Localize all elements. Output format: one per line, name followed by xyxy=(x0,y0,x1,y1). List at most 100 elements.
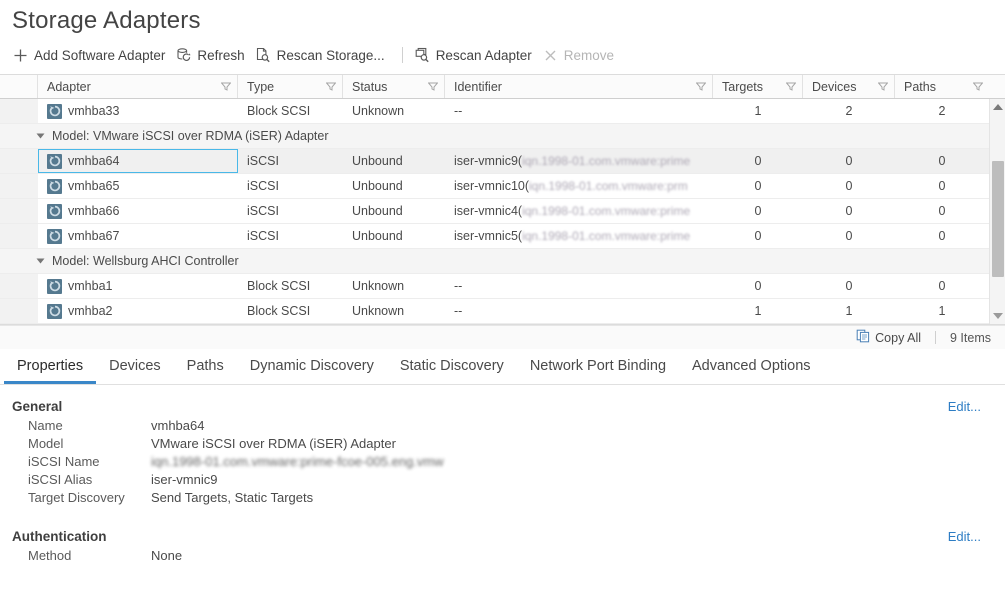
identifier-redacted-text: iqn.1998-01.com.vmware:prime xyxy=(522,229,691,243)
table-row[interactable]: vmhba64 iSCSI Unbound iser-vmnic9(iqn.1998-… xyxy=(0,149,1005,174)
rescan-storage-button[interactable]: Rescan Storage... xyxy=(253,45,393,66)
tab-dynamic-discovery[interactable]: Dynamic Discovery xyxy=(237,354,387,384)
cell-devices: 0 xyxy=(803,149,895,173)
storage-adapters-grid: Adapter Type Status Identifier Targets D… xyxy=(0,74,1005,325)
column-header-devices[interactable]: Devices xyxy=(803,75,895,98)
copy-all-label: Copy All xyxy=(875,330,921,345)
storage-adapter-icon xyxy=(47,203,62,219)
cell-status: Unknown xyxy=(343,299,445,323)
footer-divider xyxy=(935,331,936,344)
identifier-text: iser-vmnic4( xyxy=(454,204,523,218)
paths-value: 0 xyxy=(938,154,946,168)
scroll-down-button[interactable] xyxy=(990,308,1005,324)
adapter-name: vmhba2 xyxy=(68,304,113,318)
grid-group-row[interactable]: Model: Wellsburg AHCI Controller xyxy=(0,249,1005,274)
cell-adapter[interactable]: vmhba1 xyxy=(38,274,238,298)
tab-properties[interactable]: Properties xyxy=(4,354,97,384)
collapse-triangle-icon[interactable] xyxy=(36,133,45,139)
tab-devices[interactable]: Devices xyxy=(96,354,174,384)
grid-vertical-scrollbar[interactable] xyxy=(989,99,1005,324)
row-gutter xyxy=(0,224,38,248)
detail-field-key: Target Discovery xyxy=(28,490,125,505)
detail-field: Method None xyxy=(0,547,1005,565)
cell-adapter[interactable]: vmhba33 xyxy=(38,99,238,123)
rescan-adapter-button[interactable]: Rescan Adapter xyxy=(412,45,540,66)
scrollbar-thumb[interactable] xyxy=(992,161,1004,277)
column-header-identifier[interactable]: Identifier xyxy=(445,75,713,98)
column-header-adapter[interactable]: Adapter xyxy=(38,75,238,98)
add-software-adapter-button[interactable]: Add Software Adapter xyxy=(10,45,173,66)
table-row[interactable]: vmhba65 iSCSI Unbound iser-vmnic10(iqn.1998… xyxy=(0,174,1005,199)
scroll-up-button[interactable] xyxy=(990,99,1005,115)
tab-network-port-binding[interactable]: Network Port Binding xyxy=(517,354,679,384)
filter-icon[interactable] xyxy=(877,80,889,94)
copy-all-button[interactable]: Copy All xyxy=(856,329,921,346)
column-header-targets-label: Targets xyxy=(722,79,763,94)
authentication-section-title: Authentication xyxy=(12,529,107,544)
adapter-name: vmhba1 xyxy=(68,279,113,293)
filter-icon[interactable] xyxy=(785,80,797,94)
type-text: Block SCSI xyxy=(247,279,311,293)
paths-value: 1 xyxy=(938,304,946,318)
grid-group-row[interactable]: Model: VMware iSCSI over RDMA (iSER) Ada… xyxy=(0,124,1005,149)
identifier-redacted-text: iqn.1998-01.com.vmware:prime xyxy=(522,154,691,168)
refresh-button[interactable]: Refresh xyxy=(173,45,252,66)
column-header-targets[interactable]: Targets xyxy=(713,75,803,98)
targets-value: 0 xyxy=(754,204,762,218)
detail-field: Model VMware iSCSI over RDMA (iSER) Adapt… xyxy=(0,435,1005,453)
cell-type: iSCSI xyxy=(238,224,343,248)
add-software-adapter-label: Add Software Adapter xyxy=(34,47,166,63)
cell-paths: 0 xyxy=(895,149,989,173)
detail-field-key: Method xyxy=(28,548,72,563)
identifier-text: iser-vmnic10( xyxy=(454,179,530,193)
targets-value: 0 xyxy=(754,279,762,293)
tab-advanced-options[interactable]: Advanced Options xyxy=(679,354,824,384)
cell-targets: 0 xyxy=(713,149,803,173)
cell-adapter[interactable]: vmhba2 xyxy=(38,299,238,323)
devices-value: 0 xyxy=(845,204,853,218)
identifier-text: -- xyxy=(454,304,463,318)
tab-paths[interactable]: Paths xyxy=(174,354,237,384)
column-header-status[interactable]: Status xyxy=(343,75,445,98)
status-text: Unbound xyxy=(352,154,403,168)
row-gutter xyxy=(0,199,38,223)
filter-icon[interactable] xyxy=(220,80,232,94)
identifier-redacted-text: iqn.1998-01.com.vmware:prime xyxy=(522,204,691,218)
table-row[interactable]: vmhba33 Block SCSI Unknown -- 1 2 2 xyxy=(0,99,1005,124)
grid-group-label: Model: VMware iSCSI over RDMA (iSER) Ada… xyxy=(52,129,329,143)
paths-value: 2 xyxy=(938,104,946,118)
cell-adapter[interactable]: vmhba66 xyxy=(38,199,238,223)
table-row[interactable]: vmhba1 Block SCSI Unknown -- 0 0 0 xyxy=(0,274,1005,299)
table-row[interactable]: vmhba67 iSCSI Unbound iser-vmnic5(iqn.1998-… xyxy=(0,224,1005,249)
remove-label: Remove xyxy=(563,47,615,63)
cell-adapter[interactable]: vmhba65 xyxy=(38,174,238,198)
filter-icon[interactable] xyxy=(695,80,707,94)
cell-adapter[interactable]: vmhba64 xyxy=(38,149,238,173)
filter-icon[interactable] xyxy=(972,80,984,94)
identifier-text: iser-vmnic5( xyxy=(454,229,523,243)
cell-status: Unbound xyxy=(343,199,445,223)
general-edit-link[interactable]: Edit... xyxy=(948,399,981,414)
type-text: iSCSI xyxy=(247,179,279,193)
column-header-paths-label: Paths xyxy=(904,79,936,94)
grid-body: vmhba33 Block SCSI Unknown -- 1 2 2 Model: VMwa… xyxy=(0,99,1005,324)
type-text: iSCSI xyxy=(247,154,279,168)
cell-type: iSCSI xyxy=(238,199,343,223)
tab-static-discovery[interactable]: Static Discovery xyxy=(387,354,517,384)
collapse-triangle-icon[interactable] xyxy=(36,258,45,264)
column-header-identifier-label: Identifier xyxy=(454,79,502,94)
rescan-adapter-icon xyxy=(414,47,431,64)
column-header-type[interactable]: Type xyxy=(238,75,343,98)
authentication-edit-link[interactable]: Edit... xyxy=(948,529,981,544)
column-header-paths[interactable]: Paths xyxy=(895,75,989,98)
table-row[interactable]: vmhba66 iSCSI Unbound iser-vmnic4(iqn.1998-… xyxy=(0,199,1005,224)
plus-icon xyxy=(12,47,29,64)
filter-icon[interactable] xyxy=(427,80,439,94)
filter-icon[interactable] xyxy=(325,80,337,94)
authentication-section: Authentication Edit... Method None xyxy=(0,529,1005,565)
adapter-name: vmhba65 xyxy=(68,179,120,193)
cell-identifier: iser-vmnic4(iqn.1998-01.com.vmware:prime xyxy=(445,199,713,223)
table-row[interactable]: vmhba2 Block SCSI Unknown -- 1 1 1 xyxy=(0,299,1005,324)
column-header-gutter xyxy=(0,75,38,98)
cell-adapter[interactable]: vmhba67 xyxy=(38,224,238,248)
